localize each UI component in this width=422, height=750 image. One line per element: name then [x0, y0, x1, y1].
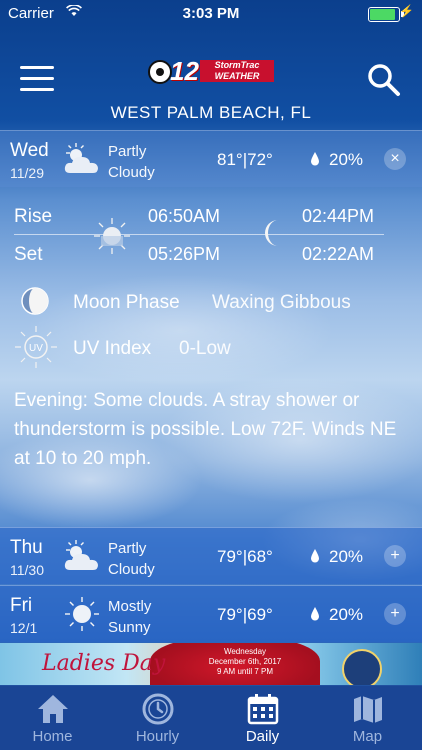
- logo-tag-line1: StormTrac: [214, 60, 260, 70]
- search-button[interactable]: [366, 62, 402, 98]
- moon-phase-label: Moon Phase: [73, 292, 180, 313]
- sunset-time: 05:26PM: [148, 244, 221, 264]
- tab-label: Home: [32, 728, 73, 745]
- temps: 79°|69°: [217, 605, 273, 624]
- day-date: 11/30: [10, 562, 44, 578]
- tab-label: Hourly: [135, 728, 180, 745]
- tab-label: Map: [352, 728, 383, 745]
- ad-line2: December 6th, 2017: [208, 657, 282, 666]
- daily-forecast-screen: Carrier 3:03 PM ⚡ 12 StormTrac WEATHER W…: [0, 0, 422, 750]
- raindrop-icon: [311, 152, 319, 166]
- uv-index-label: UV Index: [73, 338, 152, 359]
- moonset-time: 02:22AM: [302, 244, 375, 264]
- precip-chance: 20%: [329, 150, 364, 169]
- forecast-description: Evening: Some clouds. A stray shower or …: [14, 390, 397, 469]
- moonrise-time: 02:44PM: [302, 206, 375, 226]
- logo-tag: StormTrac WEATHER: [200, 60, 274, 82]
- charging-icon: ⚡: [399, 4, 414, 18]
- day-name: Fri: [10, 595, 33, 616]
- battery-icon: [368, 7, 404, 22]
- logo-tag-line2: WEATHER: [214, 71, 260, 81]
- crescent-moon-icon: [265, 220, 278, 246]
- tab-home[interactable]: Home: [0, 686, 105, 750]
- clock-time: 3:03 PM: [182, 5, 240, 22]
- tab-label: Daily: [245, 728, 280, 745]
- map-icon: [354, 696, 382, 723]
- condition: Mostly Sunny: [108, 598, 152, 636]
- calendar-icon: [247, 694, 279, 725]
- raindrop-icon: [311, 549, 319, 563]
- temps: 79°|68°: [217, 547, 273, 566]
- day-name: Wed: [10, 140, 49, 161]
- condition: Partly Cloudy: [108, 540, 155, 578]
- raindrop-icon: [311, 607, 319, 621]
- svg-text:UV: UV: [29, 343, 43, 354]
- sunrise-time: 06:50AM: [148, 206, 221, 226]
- day-row-thu[interactable]: Thu 11/30 Partly Cloudy 79°|68° 20% +: [0, 527, 422, 584]
- temps: 81°|72°: [217, 150, 273, 169]
- logo-number: 12: [170, 56, 199, 86]
- uv-index-icon: UV: [15, 326, 57, 368]
- ad-text: Wednesday December 6th, 2017 9 AM until …: [190, 647, 300, 677]
- partly-cloudy-icon: [64, 540, 98, 570]
- home-icon: [38, 695, 68, 723]
- day-name: Thu: [10, 537, 43, 558]
- expand-button[interactable]: +: [384, 545, 406, 567]
- ad-title: Ladies Day: [42, 651, 166, 676]
- moon-phase-icon: [21, 287, 49, 315]
- day-row-wed[interactable]: Wed 11/29 Partly Cloudy 81°|72° 20% ×: [0, 130, 422, 187]
- day-date: 11/29: [10, 165, 44, 181]
- status-bar: Carrier 3:03 PM ⚡: [0, 0, 422, 26]
- sun-horizon-icon: [94, 218, 130, 254]
- tab-bar: Home Hourly Daily Map: [0, 686, 422, 750]
- precip-chance: 20%: [329, 605, 364, 624]
- ad-line3: 9 AM until 7 PM: [216, 667, 274, 676]
- ad-line1: Wednesday: [223, 647, 267, 656]
- uv-index-value: 0-Low: [179, 338, 231, 359]
- tab-map[interactable]: Map: [315, 686, 420, 750]
- moon-phase-value: Waxing Gibbous: [212, 292, 351, 313]
- collapse-button[interactable]: ×: [384, 148, 406, 170]
- clock-icon: [142, 693, 174, 725]
- search-icon: [368, 64, 400, 96]
- expand-button[interactable]: +: [384, 603, 406, 625]
- location-label: WEST PALM BEACH, FL: [110, 103, 312, 122]
- divider: [14, 234, 384, 235]
- rise-label: Rise: [14, 206, 53, 227]
- partly-cloudy-icon: [64, 143, 98, 173]
- precip-chance: 20%: [329, 547, 364, 566]
- day-details: Rise Set 06:50AM 05:26PM 02:44PM 02:22AM…: [0, 188, 422, 523]
- day-date: 12/1: [10, 620, 38, 636]
- tab-hourly[interactable]: Hourly: [105, 686, 210, 750]
- station-logo: 12 StormTrac WEATHER: [148, 56, 274, 86]
- cbs-eye-icon: [148, 60, 172, 84]
- set-label: Set: [14, 244, 43, 265]
- ad-badge-icon: [342, 649, 382, 685]
- ad-banner[interactable]: Ladies Day Wednesday December 6th, 2017 …: [0, 643, 422, 685]
- menu-button[interactable]: [20, 66, 54, 92]
- day-row-fri[interactable]: Fri 12/1 Mostly Sunny 79°|69° 20% +: [0, 585, 422, 642]
- sun-icon: [65, 597, 99, 631]
- condition: Partly Cloudy: [108, 143, 155, 181]
- tab-daily[interactable]: Daily: [210, 686, 315, 750]
